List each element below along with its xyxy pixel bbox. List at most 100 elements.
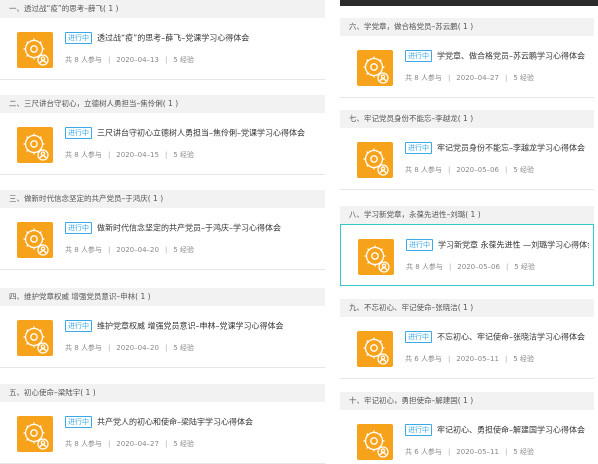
status-badge: 进行中: [65, 127, 92, 139]
separator: |: [164, 56, 168, 64]
section-header[interactable]: 六、学党章，做合格党员–苏云鹏( 1 ): [340, 18, 594, 36]
course-card[interactable]: 进行中 三尺讲台守初心立德树人勇担当–焦伶俐–党课学习心得体会 共 8 人参与 | 2…: [0, 113, 325, 175]
course-thumbnail[interactable]: [358, 239, 394, 275]
course-thumbnail[interactable]: [17, 222, 53, 258]
exp-value: 5: [513, 166, 518, 174]
user-gear-icon: [23, 133, 49, 161]
course-date: 2020–04–20: [116, 246, 159, 254]
user-gear-icon: [363, 430, 389, 458]
exp-suffix: 经验: [180, 56, 194, 64]
course-meta: 共 6 人参与 | 2020–05–11 | 5 经验: [405, 447, 534, 457]
section-header[interactable]: 十、牢记初心，勇担使命–解建国( 1 ): [340, 392, 594, 410]
exp-value: 5: [513, 448, 518, 456]
section-header[interactable]: 七、牢记党员身份不能忘–李越龙( 1 ): [340, 110, 594, 128]
separator: |: [504, 74, 508, 82]
course-thumbnail[interactable]: [357, 50, 393, 86]
course-title[interactable]: 学党章、做合格党员–苏云鹏学习心得体会: [437, 52, 585, 61]
user-gear-icon: [364, 245, 390, 273]
course-title[interactable]: 学习新党章 永葆先进性 —刘璐学习心得体会: [438, 241, 589, 250]
course-card[interactable]: 进行中 不忘初心、牢记使命–张晓洁学习心得体会 共 6 人参与 | 2020–05–1…: [340, 317, 594, 379]
participant-count: 8: [415, 263, 420, 271]
exp-suffix: 经验: [520, 74, 534, 82]
status-badge: 进行中: [405, 50, 432, 62]
course-card[interactable]: 进行中 共产党人的初心和使命–梁陆宇学习心得体会 共 8 人参与 | 2020–04–…: [0, 402, 325, 464]
course-thumbnail[interactable]: [17, 32, 53, 68]
course-title[interactable]: 牢记初心、勇担使命–解建国学习心得体会: [437, 426, 585, 435]
participant-count: 8: [414, 166, 419, 174]
course-title[interactable]: 不忘初心、牢记使命–张晓洁学习心得体会: [437, 333, 585, 342]
course-title[interactable]: 牢记党员身份不能忘–李越龙学习心得体会: [437, 144, 585, 153]
course-title[interactable]: 三尺讲台守初心立德树人勇担当–焦伶俐–党课学习心得体会: [97, 129, 305, 138]
exp-value: 5: [173, 246, 178, 254]
right-column: 六、学党章，做合格党员–苏云鹏( 1 ) 进行中 学党章、做合格党员–苏云鹏学习心…: [340, 0, 598, 464]
separator: |: [107, 151, 111, 159]
status-badge: 进行中: [405, 424, 432, 436]
participants-suffix: 人参与: [80, 56, 102, 64]
course-title[interactable]: 维护党章权威 增强党员意识–申林–党课学习心得体会: [97, 322, 284, 331]
participant-count: 8: [74, 344, 79, 352]
separator: |: [164, 151, 168, 159]
course-thumbnail[interactable]: [17, 320, 53, 356]
section-header[interactable]: 四、维护党章权威 增强党员意识–申林( 1 ): [0, 288, 325, 306]
section: 六、学党章，做合格党员–苏云鹏( 1 ) 进行中 学党章、做合格党员–苏云鹏学习心…: [340, 18, 594, 98]
section: 七、牢记党员身份不能忘–李越龙( 1 ) 进行中 牢记党员身份不能忘–李越龙学习心…: [340, 110, 594, 190]
course-card[interactable]: 进行中 维护党章权威 增强党员意识–申林–党课学习心得体会 共 8 人参与 | 202…: [0, 306, 325, 368]
exp-value: 5: [514, 263, 519, 271]
course-thumbnail[interactable]: [357, 331, 393, 367]
course-card[interactable]: 进行中 牢记初心、勇担使命–解建国学习心得体会 共 6 人参与 | 2020–05–1…: [340, 410, 594, 464]
section-header[interactable]: 八、学习新党章，永葆先进性–刘璐( 1 ): [340, 206, 594, 224]
course-title-line: 进行中 学党章、做合格党员–苏云鹏学习心得体会: [405, 50, 590, 62]
course-card-selected[interactable]: 进行中 学习新党章 永葆先进性 —刘璐学习心得体会 共 8 人参与 | 2020–05…: [340, 224, 594, 286]
course-card[interactable]: 进行中 学党章、做合格党员–苏云鹏学习心得体会 共 8 人参与 | 2020–04–2…: [340, 36, 594, 98]
separator: |: [107, 344, 111, 352]
section-header[interactable]: 三、做新时代信念坚定的共产党员–于鸿庆( 1 ): [0, 190, 325, 208]
status-badge: 进行中: [65, 416, 92, 428]
separator: |: [164, 440, 168, 448]
section-header[interactable]: 二、三尺讲台守初心，立德树人勇担当–焦伶俐( 1 ): [0, 95, 325, 113]
participant-count: 6: [414, 448, 419, 456]
participant-count: 8: [74, 56, 79, 64]
left-column: 一、透过战“疫”的思考–薛飞( 1 ) 进行中 透过战“疫”的思考–薛飞–党课学习…: [0, 0, 329, 464]
section-header[interactable]: 五、初心使命–梁陆宇( 1 ): [0, 384, 325, 402]
section: 九、不忘初心、牢记使命–张晓洁( 1 ) 进行中 不忘初心、牢记使命–张晓洁学习心…: [340, 299, 594, 379]
participants-prefix: 共: [405, 74, 412, 82]
exp-suffix: 经验: [180, 246, 194, 254]
course-title-line: 进行中 不忘初心、牢记使命–张晓洁学习心得体会: [405, 331, 590, 343]
course-title[interactable]: 透过战“疫”的思考–薛飞–党课学习心得体会: [97, 34, 249, 43]
course-card[interactable]: 进行中 牢记党员身份不能忘–李越龙学习心得体会 共 8 人参与 | 2020–05–0…: [340, 128, 594, 190]
course-title-line: 进行中 透过战“疫”的思考–薛飞–党课学习心得体会: [65, 32, 321, 44]
exp-value: 5: [513, 74, 518, 82]
separator: |: [164, 344, 168, 352]
course-meta: 共 8 人参与 | 2020–05–06 | 5 经验: [406, 262, 535, 272]
course-title[interactable]: 共产党人的初心和使命–梁陆宇学习心得体会: [97, 418, 253, 427]
course-thumbnail[interactable]: [357, 142, 393, 178]
course-thumbnail[interactable]: [17, 127, 53, 163]
participant-count: 8: [74, 440, 79, 448]
course-card[interactable]: 进行中 做新时代信念坚定的共产党员–于鸿庆–学习心得体会 共 8 人参与 | 2020…: [0, 208, 325, 270]
course-meta: 共 8 人参与 | 2020–04–27 | 5 经验: [405, 73, 534, 83]
course-date: 2020–04–27: [116, 440, 159, 448]
course-card[interactable]: 进行中 透过战“疫”的思考–薛飞–党课学习心得体会 共 8 人参与 | 2020–04…: [0, 18, 325, 80]
section-header[interactable]: 九、不忘初心、牢记使命–张晓洁( 1 ): [340, 299, 594, 317]
course-thumbnail[interactable]: [17, 416, 53, 452]
participants-suffix: 人参与: [420, 355, 442, 363]
exp-suffix: 经验: [520, 448, 534, 456]
participants-prefix: 共: [405, 355, 412, 363]
participants-prefix: 共: [405, 448, 412, 456]
participants-prefix: 共: [65, 151, 72, 159]
user-gear-icon: [23, 38, 49, 66]
course-title[interactable]: 做新时代信念坚定的共产党员–于鸿庆–学习心得体会: [97, 224, 281, 233]
participants-suffix: 人参与: [80, 440, 102, 448]
course-thumbnail[interactable]: [357, 424, 393, 460]
separator: |: [107, 56, 111, 64]
course-meta: 共 8 人参与 | 2020–04–27 | 5 经验: [65, 439, 194, 449]
course-date: 2020–04–15: [116, 151, 159, 159]
separator: |: [164, 246, 168, 254]
user-gear-icon: [23, 422, 49, 450]
user-gear-icon: [23, 228, 49, 256]
exp-value: 5: [173, 440, 178, 448]
section-header[interactable]: 一、透过战“疫”的思考–薛飞( 1 ): [0, 0, 325, 18]
status-badge: 进行中: [405, 331, 432, 343]
section: 四、维护党章权威 增强党员意识–申林( 1 ) 进行中 维护党章权威 增强党员意识…: [0, 288, 325, 368]
participants-suffix: 人参与: [80, 151, 102, 159]
